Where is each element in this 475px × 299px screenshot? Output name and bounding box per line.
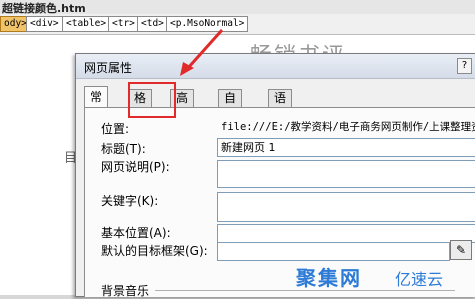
title-label: 标题(T): (101, 142, 146, 156)
base-location-label: 基本位置(A): (101, 226, 171, 240)
location-value: file:///E:/教学资料/电子商务网页制作/上课整理资料 (221, 121, 475, 133)
format-tab-highlight-box (128, 82, 176, 118)
tab-language[interactable]: 语言 (268, 89, 293, 122)
tag-div[interactable]: <div> (26, 16, 63, 32)
keywords-input[interactable] (217, 192, 475, 222)
tab-custom[interactable]: 自定义 (218, 89, 243, 139)
watermark-logo: 聚集网 (296, 266, 362, 290)
description-input[interactable] (217, 160, 475, 188)
default-target-frame-label: 默认的目标框架(G): (101, 244, 208, 258)
base-location-input[interactable] (217, 224, 475, 243)
window-title-bar: 超链接颜色.htm (0, 0, 475, 15)
keywords-label: 关键字(K): (101, 194, 159, 208)
watermark-brand: 亿速云 (395, 270, 444, 289)
tag-tr[interactable]: <tr> (108, 16, 139, 32)
title-input[interactable]: 新建网页 1 (217, 138, 475, 157)
tag-selector-bar: ody> <div> <table> <tr> <td> <p.MsoNorma… (0, 14, 475, 35)
tag-p-msonormal[interactable]: <p.MsoNormal> (166, 16, 249, 32)
tab-general[interactable]: 常规 (84, 86, 109, 125)
target-frame-browse-button[interactable]: ✎ (450, 240, 472, 260)
dialog-title: 网页属性 (84, 61, 133, 75)
help-button[interactable]: ? (457, 58, 472, 74)
location-label: 位置: (101, 122, 130, 136)
description-label: 网页说明(P): (101, 160, 170, 174)
dialog-title-bar[interactable]: 网页属性 ? (76, 54, 475, 79)
tag-td[interactable]: <td> (137, 16, 168, 32)
background-sound-heading: 背景音乐 (101, 284, 150, 298)
default-target-frame-input[interactable] (217, 242, 450, 261)
tag-table[interactable]: <table> (62, 16, 111, 32)
